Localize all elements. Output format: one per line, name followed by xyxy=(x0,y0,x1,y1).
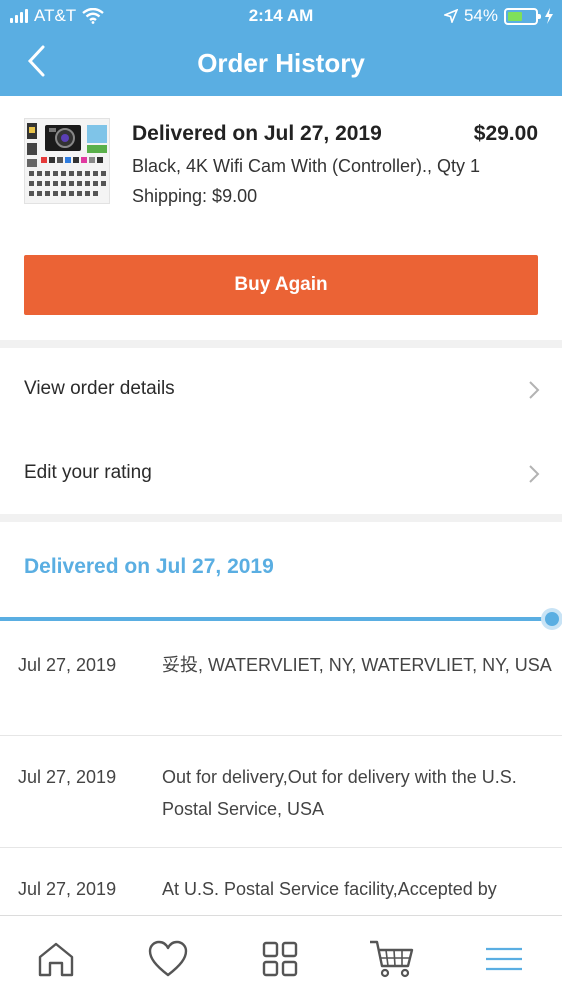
tab-wishlist[interactable] xyxy=(112,916,224,1000)
heart-icon xyxy=(148,940,188,976)
edit-rating-label: Edit your rating xyxy=(24,462,152,483)
tab-categories[interactable] xyxy=(224,916,336,1000)
event-description: 妥投, WATERVLIET, NY, WATERVLIET, NY, USA xyxy=(162,655,552,675)
event-date: Jul 27, 2019 xyxy=(18,879,117,899)
status-bar: AT&T 2:14 AM 54% xyxy=(0,0,562,32)
app-header: AT&T 2:14 AM 54% Order History xyxy=(0,0,562,96)
order-shipping: Shipping: $9.00 xyxy=(132,186,258,206)
view-order-details-row[interactable]: View order details xyxy=(0,348,562,432)
section-divider xyxy=(0,340,562,348)
view-order-details-label: View order details xyxy=(24,378,175,399)
tab-cart[interactable] xyxy=(336,916,448,1000)
battery-percent: 54% xyxy=(463,6,498,25)
buy-again-button[interactable]: Buy Again xyxy=(24,255,538,315)
tracking-title: Delivered on Jul 27, 2019 xyxy=(24,555,274,578)
event-description: At U.S. Postal Service facility,Accepted… xyxy=(162,879,497,899)
camera-product-icon xyxy=(27,123,107,196)
event-description: Out for delivery,Out for delivery with t… xyxy=(162,767,517,819)
event-separator xyxy=(0,847,562,848)
page-title: Order History xyxy=(197,48,365,78)
tab-menu[interactable] xyxy=(448,916,560,1000)
order-price: $29.00 xyxy=(473,122,538,145)
charging-bolt-icon xyxy=(545,8,553,24)
tab-home[interactable] xyxy=(0,916,112,1000)
home-icon xyxy=(38,942,74,976)
section-divider xyxy=(0,514,562,522)
event-date: Jul 27, 2019 xyxy=(18,767,117,787)
chevron-right-icon xyxy=(529,381,540,399)
tab-bar xyxy=(0,915,562,1000)
battery-icon xyxy=(504,7,541,25)
event-separator xyxy=(0,735,562,736)
chevron-right-icon xyxy=(529,465,540,483)
grid-icon xyxy=(262,941,298,976)
timeline-dot xyxy=(545,612,559,626)
event-date: Jul 27, 2019 xyxy=(18,655,117,675)
order-summary: Delivered on Jul 27, 2019 $29.00 Black, … xyxy=(0,96,562,340)
location-arrow-icon xyxy=(443,9,458,23)
timeline-line xyxy=(0,617,552,621)
edit-rating-row[interactable]: Edit your rating xyxy=(0,432,562,516)
menu-icon xyxy=(486,947,522,970)
order-description: Black, 4K Wifi Cam With (Controller)., Q… xyxy=(132,156,481,176)
product-image[interactable] xyxy=(24,118,110,204)
cart-icon xyxy=(370,940,414,977)
order-status: Delivered on Jul 27, 2019 xyxy=(132,122,382,145)
